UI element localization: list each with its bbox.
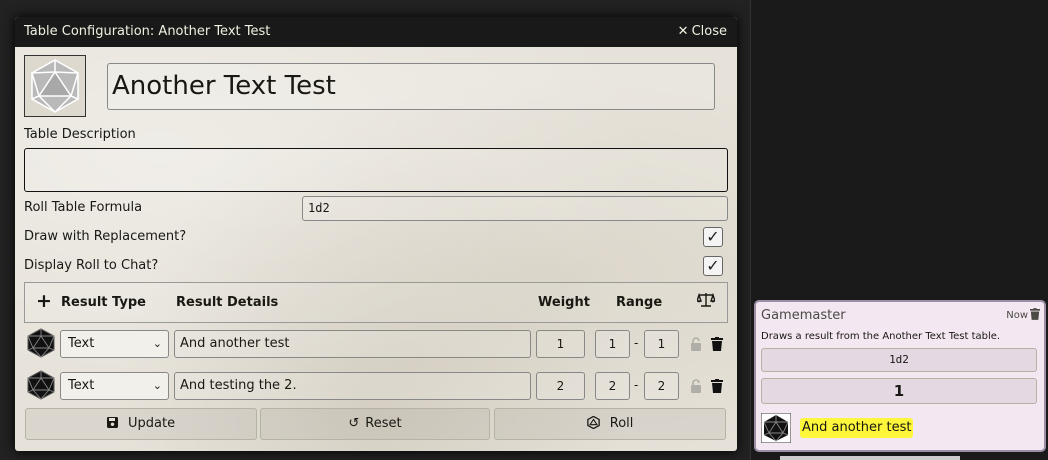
roll-total[interactable]: 1 (761, 378, 1037, 404)
chevron-down-icon: ⌄ (152, 337, 162, 350)
dialog-title: Table Configuration: Another Text Test (24, 24, 271, 39)
table-image[interactable] (24, 55, 86, 117)
trash-icon[interactable] (711, 379, 723, 393)
display-roll-checkbox[interactable]: ✓ (703, 256, 723, 276)
weight-input[interactable]: 2 (536, 372, 585, 400)
checkmark-icon: ✓ (706, 227, 720, 246)
unlock-icon[interactable] (690, 379, 702, 393)
description-editor[interactable] (24, 148, 728, 192)
formula-label: Roll Table Formula (24, 200, 143, 215)
save-icon (106, 416, 122, 431)
select-value: Text (68, 378, 95, 393)
close-label: Close (691, 24, 727, 39)
roll-button[interactable]: Roll (494, 408, 726, 440)
dialog-titlebar[interactable]: Table Configuration: Another Text Test ✕… (15, 17, 737, 47)
roll-formula[interactable]: 1d2 (761, 348, 1037, 372)
trash-icon[interactable] (711, 337, 723, 351)
result-type-select[interactable]: Text ⌄ (60, 330, 169, 358)
message-sender: Gamemaster (761, 308, 846, 323)
table-name-input[interactable]: Another Text Test (107, 63, 715, 110)
d20-black-icon[interactable] (26, 370, 56, 400)
trash-icon[interactable] (1030, 308, 1040, 320)
d20-black-icon (761, 413, 791, 443)
d20-icon (31, 59, 79, 114)
dice-d20-icon (586, 415, 604, 431)
reset-button[interactable]: ↺ Reset (260, 408, 490, 440)
weight-header: Weight (538, 295, 590, 310)
chat-input-edge (780, 456, 960, 460)
results-header: + Result Type Result Details Weight Rang… (24, 282, 728, 323)
result-details-input[interactable]: And testing the 2. (174, 372, 531, 400)
undo-icon: ↺ (348, 416, 360, 431)
select-value: Text (68, 336, 95, 351)
result-type-select[interactable]: Text ⌄ (60, 372, 169, 400)
range-low-input[interactable]: 2 (595, 372, 630, 400)
replacement-label: Draw with Replacement? (24, 229, 187, 244)
range-header: Range (616, 295, 663, 310)
draw-result-text: And another test (800, 418, 914, 438)
balance-scale-icon[interactable] (696, 292, 716, 312)
close-icon: ✕ (677, 24, 689, 39)
range-high-input[interactable]: 1 (644, 330, 679, 358)
d20-black-icon[interactable] (26, 328, 56, 358)
reset-label: Reset (365, 416, 402, 431)
chevron-down-icon: ⌄ (152, 379, 162, 392)
result-type-header: Result Type (61, 295, 146, 310)
range-separator: - (634, 336, 639, 350)
result-details-input[interactable]: And another test (174, 330, 531, 358)
chat-message: Gamemaster Now Draws a result from the A… (754, 300, 1046, 452)
close-button[interactable]: ✕ Close (678, 17, 727, 47)
range-high-input[interactable]: 2 (644, 372, 679, 400)
weight-input[interactable]: 1 (536, 330, 585, 358)
description-label: Table Description (24, 127, 136, 142)
range-separator: - (634, 378, 639, 392)
unlock-icon[interactable] (690, 337, 702, 351)
message-timestamp: Now (1006, 310, 1028, 321)
replacement-checkbox[interactable]: ✓ (703, 227, 723, 247)
message-flavor: Draws a result from the Another Text Tes… (761, 331, 1001, 342)
table-config-dialog: Table Configuration: Another Text Test ✕… (15, 17, 737, 451)
plus-icon[interactable]: + (36, 290, 52, 312)
checkmark-icon: ✓ (706, 256, 720, 275)
display-roll-label: Display Roll to Chat? (24, 258, 159, 273)
range-low-input[interactable]: 1 (595, 330, 630, 358)
formula-input[interactable]: 1d2 (302, 196, 728, 221)
update-button[interactable]: Update (25, 408, 257, 440)
result-details-header: Result Details (176, 295, 279, 310)
update-label: Update (128, 416, 176, 431)
roll-label: Roll (609, 416, 634, 431)
